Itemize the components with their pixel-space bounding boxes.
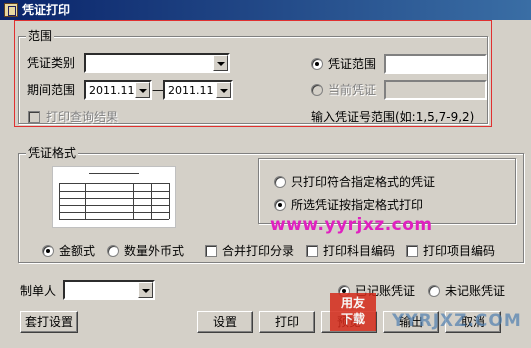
format-preview-image [52, 166, 176, 228]
amount-style-radio[interactable] [42, 245, 54, 257]
subject-code-checkbox[interactable] [306, 245, 318, 257]
watermark-brand: YYRJXZ.COM [392, 311, 522, 331]
maker-label: 制单人 [20, 284, 57, 298]
item-code-label: 打印项目编码 [423, 244, 496, 258]
highlight-frame [14, 20, 492, 127]
quantity-style-label: 数量外币式 [124, 244, 185, 258]
maker-select[interactable] [63, 280, 155, 300]
merge-entries-checkbox[interactable] [205, 245, 217, 257]
chevron-down-icon[interactable] [138, 282, 153, 298]
all-format-label: 所选凭证按指定格式打印 [291, 198, 424, 212]
item-code-checkbox[interactable] [406, 245, 418, 257]
unposted-radio[interactable] [428, 285, 440, 297]
print-button[interactable]: 打印 [259, 311, 315, 333]
only-matching-label: 只打印符合指定格式的凭证 [291, 175, 436, 189]
app-icon [4, 3, 18, 17]
title-bar: 凭证打印 [0, 0, 531, 20]
amount-style-label: 金额式 [59, 244, 96, 258]
window-title: 凭证打印 [22, 3, 71, 17]
quantity-style-radio[interactable] [107, 245, 119, 257]
format-group-label: 凭证格式 [26, 146, 79, 160]
all-format-radio[interactable] [274, 199, 286, 211]
merge-entries-label: 合并打印分录 [222, 244, 295, 258]
subject-code-label: 打印科目编码 [323, 244, 396, 258]
watermark-url: www.yyrjxz.com [270, 215, 433, 235]
watermark-logo: 用友 下载 [330, 293, 376, 331]
only-matching-radio[interactable] [274, 176, 286, 188]
unposted-label: 未记账凭证 [445, 284, 506, 298]
setup-button[interactable]: 设置 [197, 311, 253, 333]
template-setup-button[interactable]: 套打设置 [20, 311, 78, 333]
